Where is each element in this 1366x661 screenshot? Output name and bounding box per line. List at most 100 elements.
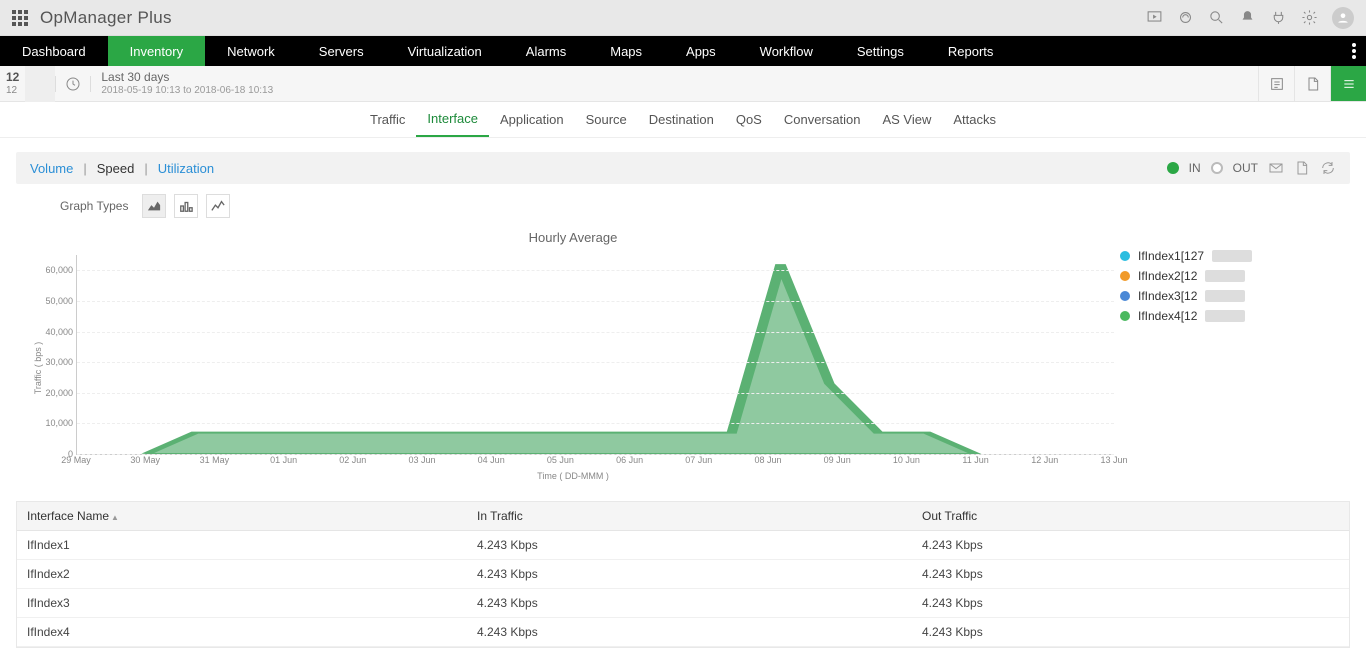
graph-type-area[interactable]: [142, 194, 166, 218]
nav-dashboard[interactable]: Dashboard: [0, 36, 108, 66]
app-header: OpManager Plus: [0, 0, 1366, 36]
cell-out: 4.243 Kbps: [912, 531, 1349, 559]
support-icon[interactable]: [1177, 9, 1194, 26]
nav-apps[interactable]: Apps: [664, 36, 738, 66]
x-tick: 04 Jun: [478, 455, 505, 465]
col-out-traffic[interactable]: Out Traffic: [912, 502, 1349, 530]
table-row[interactable]: IfIndex14.243 Kbps4.243 Kbps: [17, 531, 1349, 560]
table-row[interactable]: IfIndex44.243 Kbps4.243 Kbps: [17, 618, 1349, 647]
cell-out: 4.243 Kbps: [912, 560, 1349, 588]
chart-series-area: [146, 264, 976, 454]
col-interface-name[interactable]: Interface Name▲: [17, 502, 467, 530]
metric-tab-volume[interactable]: Volume: [30, 161, 73, 176]
metric-tab-speed[interactable]: Speed: [97, 161, 135, 176]
cell-in: 4.243 Kbps: [467, 589, 912, 617]
nav-network[interactable]: Network: [205, 36, 297, 66]
x-tick: 13 Jun: [1100, 455, 1127, 465]
search-icon[interactable]: [1208, 9, 1225, 26]
x-tick: 02 Jun: [339, 455, 366, 465]
export-pdf-icon[interactable]: [1294, 66, 1330, 101]
apps-grid-icon[interactable]: [12, 10, 28, 26]
export-csv-icon[interactable]: [1258, 66, 1294, 101]
x-tick: 03 Jun: [408, 455, 435, 465]
legend-swatch: [1120, 291, 1130, 301]
graph-type-bar[interactable]: [174, 194, 198, 218]
plugin-icon[interactable]: [1270, 9, 1287, 26]
subtab-attacks[interactable]: Attacks: [942, 102, 1007, 137]
subtab-as-view[interactable]: AS View: [871, 102, 942, 137]
y-tick: 50,000: [45, 296, 77, 306]
x-axis-label: Time ( DD-MMM ): [26, 469, 1120, 481]
panel-menu-icon[interactable]: [1330, 66, 1366, 101]
graph-type-line[interactable]: [206, 194, 230, 218]
legend-label: IfIndex1[127: [1138, 249, 1204, 263]
cell-name: IfIndex1: [17, 531, 467, 559]
legend-masked: [1205, 270, 1245, 282]
subtab-application[interactable]: Application: [489, 102, 575, 137]
subtab-destination[interactable]: Destination: [638, 102, 725, 137]
metric-tab-utilization[interactable]: Utilization: [158, 161, 214, 176]
time-range[interactable]: Last 30 days 2018-05-19 10:13 to 2018-06…: [91, 71, 283, 95]
email-icon[interactable]: [1268, 160, 1284, 176]
subtab-traffic[interactable]: Traffic: [359, 102, 416, 137]
legend-label: IfIndex3[12: [1138, 289, 1197, 303]
x-tick: 12 Jun: [1031, 455, 1058, 465]
nav-more-icon[interactable]: [1342, 36, 1366, 66]
bell-icon[interactable]: [1239, 9, 1256, 26]
nav-alarms[interactable]: Alarms: [504, 36, 588, 66]
cell-in: 4.243 Kbps: [467, 531, 912, 559]
nav-inventory[interactable]: Inventory: [108, 36, 205, 66]
x-tick: 05 Jun: [547, 455, 574, 465]
legend-masked: [1205, 310, 1245, 322]
cell-out: 4.243 Kbps: [912, 589, 1349, 617]
x-tick: 08 Jun: [754, 455, 781, 465]
subtab-interface[interactable]: Interface: [416, 102, 489, 137]
direction-out-label: OUT: [1233, 161, 1258, 175]
cell-in: 4.243 Kbps: [467, 618, 912, 646]
nav-virtualization[interactable]: Virtualization: [386, 36, 504, 66]
legend-label: IfIndex4[12: [1138, 309, 1197, 323]
pdf-icon[interactable]: [1294, 160, 1310, 176]
direction-out-dot[interactable]: [1211, 162, 1223, 174]
nav-reports[interactable]: Reports: [926, 36, 1016, 66]
gear-icon[interactable]: [1301, 9, 1318, 26]
present-icon[interactable]: [1146, 9, 1163, 26]
legend-swatch: [1120, 311, 1130, 321]
legend-swatch: [1120, 251, 1130, 261]
x-tick: 31 May: [200, 455, 230, 465]
x-tick: 01 Jun: [270, 455, 297, 465]
y-tick: 20,000: [45, 388, 77, 398]
nav-servers[interactable]: Servers: [297, 36, 386, 66]
chart-plot: 010,00020,00030,00040,00050,00060,000: [76, 255, 1114, 455]
y-tick: 30,000: [45, 357, 77, 367]
subtab-conversation[interactable]: Conversation: [773, 102, 872, 137]
main-nav: DashboardInventoryNetworkServersVirtuali…: [0, 36, 1366, 66]
refresh-icon[interactable]: [1320, 160, 1336, 176]
legend-item[interactable]: IfIndex4[12: [1120, 306, 1340, 326]
y-axis-label: Traffic ( bps ): [33, 342, 43, 395]
cell-name: IfIndex4: [17, 618, 467, 646]
subtab-qos[interactable]: QoS: [725, 102, 773, 137]
col-in-traffic[interactable]: In Traffic: [467, 502, 912, 530]
legend-item[interactable]: IfIndex1[127: [1120, 246, 1340, 266]
cell-in: 4.243 Kbps: [467, 560, 912, 588]
nav-settings[interactable]: Settings: [835, 36, 926, 66]
chart-title: Hourly Average: [26, 224, 1120, 255]
nav-maps[interactable]: Maps: [588, 36, 664, 66]
legend-item[interactable]: IfIndex3[12: [1120, 286, 1340, 306]
x-tick: 10 Jun: [893, 455, 920, 465]
time-range-icon[interactable]: [55, 76, 91, 92]
nav-workflow[interactable]: Workflow: [738, 36, 835, 66]
x-tick: 07 Jun: [685, 455, 712, 465]
cell-name: IfIndex2: [17, 560, 467, 588]
x-tick: 06 Jun: [616, 455, 643, 465]
legend-swatch: [1120, 271, 1130, 281]
direction-in-dot[interactable]: [1167, 162, 1179, 174]
table-row[interactable]: IfIndex24.243 Kbps4.243 Kbps: [17, 560, 1349, 589]
subtab-source[interactable]: Source: [575, 102, 638, 137]
y-tick: 40,000: [45, 327, 77, 337]
table-row[interactable]: IfIndex34.243 Kbps4.243 Kbps: [17, 589, 1349, 618]
legend-item[interactable]: IfIndex2[12: [1120, 266, 1340, 286]
user-avatar[interactable]: [1332, 7, 1354, 29]
y-tick: 10,000: [45, 418, 77, 428]
